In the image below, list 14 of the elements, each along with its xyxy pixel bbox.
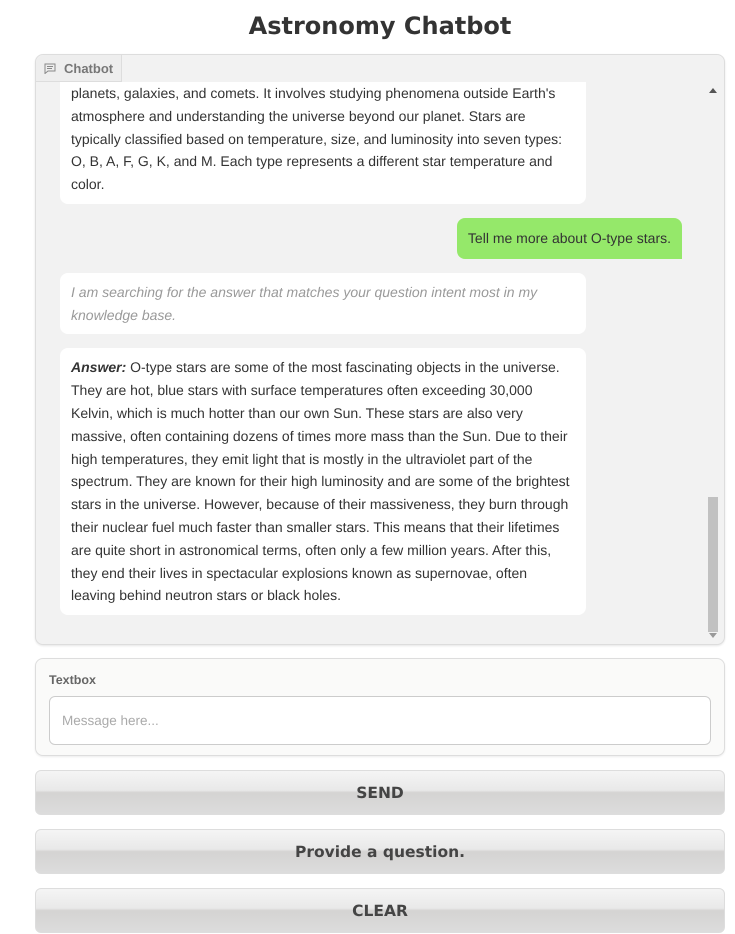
action-button[interactable]: CLEAR [35,888,725,933]
scroll-up-icon[interactable] [709,88,717,93]
chatbot-label: Chatbot [36,55,122,82]
message-field[interactable]: Message here... [49,696,711,745]
bot-message: planets, galaxies, and comets. It involves studying phenomena outside Earth's atmosphere and understanding the universe beyond our planet. Stars are typically classified based on temperature, size, and luminosity into seven types: O, B, A, F, G, K, and M. Each type represents a different star temperature and color. [60,82,586,204]
page-title: Astronomy Chatbot [248,12,512,40]
bot-message: Answer: O-type stars are some of the most fascinating objects in the universe. They are hot, blue stars with surface temperatures often exceeding 30,000 Kelvin, which is much hotter than our own Sun. These stars are also very massive, often containing dozens of times more mass than the Sun. Due to their high temperatures, they emit light that is mostly in the ultraviolet part of the spectrum. They are known for their high luminosity and are some of the brightest stars in the universe. However, because of their massiveness, they burn through their nuclear fuel much faster than smaller stars. This means that their lifetimes are quite short in astronomical terms, often only a few million years. After this, they end their lives in spectacular explosions known as supernovae, often leaving behind neutron stars or black holes. [60,348,586,616]
chat-icon [44,62,56,74]
action-button[interactable]: SEND [35,770,725,815]
status-message: I am searching for the answer that matches your question intent most in my knowledge base. [60,272,586,334]
textbox-label: Textbox [49,673,96,687]
user-message: Tell me more about O-type stars. [456,218,682,259]
action-button[interactable]: Provide a question. [35,829,725,874]
scrollbar-thumb[interactable] [708,497,718,632]
